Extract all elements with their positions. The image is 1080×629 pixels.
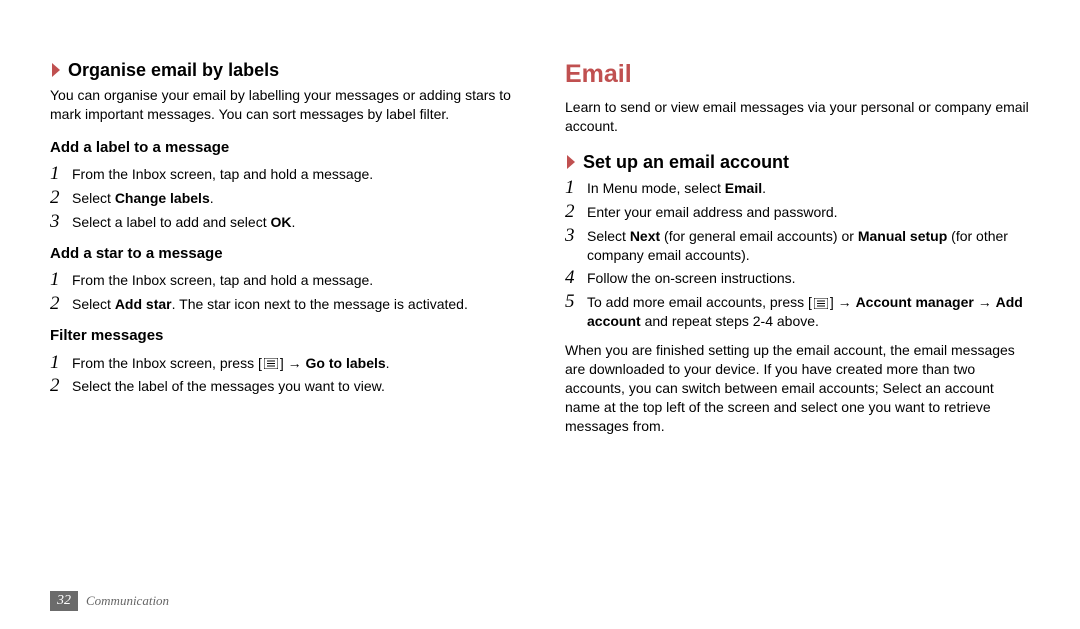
right-column: Email Learn to send or view email messag…: [565, 58, 1030, 450]
email-intro: Learn to send or view email messages via…: [565, 98, 1030, 136]
step-item: 2Select Change labels.: [50, 188, 515, 208]
step-text: Enter your email address and password.: [587, 202, 1030, 222]
step-item: 2Select the label of the messages you wa…: [50, 376, 515, 396]
step-text: Select a label to add and select OK.: [72, 212, 515, 232]
email-outro: When you are finished setting up the ema…: [565, 341, 1030, 435]
step-item: 3Select Next (for general email accounts…: [565, 226, 1030, 265]
step-list: 1From the Inbox screen, tap and hold a m…: [50, 270, 515, 314]
two-column-layout: Organise email by labels You can organis…: [50, 58, 1030, 450]
step-item: 1From the Inbox screen, tap and hold a m…: [50, 270, 515, 290]
step-text: Follow the on-screen instructions.: [587, 268, 1030, 288]
step-number: 4: [565, 268, 587, 288]
step-number: 2: [50, 188, 72, 208]
step-item: 2Select Add star. The star icon next to …: [50, 294, 515, 314]
step-item: 1From the Inbox screen, tap and hold a m…: [50, 164, 515, 184]
step-item: 2Enter your email address and password.: [565, 202, 1030, 222]
step-item: 3Select a label to add and select OK.: [50, 212, 515, 232]
heading-text: Set up an email account: [583, 150, 789, 174]
step-text: Select Add star. The star icon next to t…: [72, 294, 515, 314]
subsection-title: Add a label to a message: [50, 138, 515, 158]
step-item: 1In Menu mode, select Email.: [565, 178, 1030, 198]
setup-steps: 1In Menu mode, select Email.2Enter your …: [565, 178, 1030, 331]
step-number: 3: [50, 212, 72, 232]
heading-text: Organise email by labels: [68, 58, 279, 82]
step-number: 1: [565, 178, 587, 198]
step-number: 3: [565, 226, 587, 246]
step-list: 1From the Inbox screen, press [] → Go to…: [50, 353, 515, 397]
subsection-title: Filter messages: [50, 326, 515, 346]
step-number: 1: [50, 353, 72, 373]
step-item: 4Follow the on-screen instructions.: [565, 268, 1030, 288]
step-number: 1: [50, 270, 72, 290]
step-text: In Menu mode, select Email.: [587, 178, 1030, 198]
step-text: From the Inbox screen, tap and hold a me…: [72, 270, 515, 290]
intro-paragraph: You can organise your email by labelling…: [50, 86, 515, 124]
heading-organise-email: Organise email by labels: [50, 58, 515, 82]
chevron-right-icon: [565, 154, 577, 170]
step-text: To add more email accounts, press [] → A…: [587, 292, 1030, 331]
step-text: Select the label of the messages you wan…: [72, 376, 515, 396]
manual-page: Organise email by labels You can organis…: [0, 0, 1080, 629]
step-text: Select Change labels.: [72, 188, 515, 208]
step-item: 1From the Inbox screen, press [] → Go to…: [50, 353, 515, 373]
step-item: 5To add more email accounts, press [] → …: [565, 292, 1030, 331]
page-number: 32: [50, 591, 78, 611]
section-title-email: Email: [565, 58, 1030, 92]
menu-icon: [814, 298, 828, 309]
step-text: Select Next (for general email accounts)…: [587, 226, 1030, 265]
left-column: Organise email by labels You can organis…: [50, 58, 515, 450]
step-number: 2: [50, 376, 72, 396]
step-text: From the Inbox screen, tap and hold a me…: [72, 164, 515, 184]
heading-setup-account: Set up an email account: [565, 150, 1030, 174]
step-number: 2: [565, 202, 587, 222]
menu-icon: [264, 358, 278, 369]
footer-section: Communication: [86, 593, 169, 609]
chevron-right-icon: [50, 62, 62, 78]
page-footer: 32 Communication: [50, 591, 169, 611]
step-number: 2: [50, 294, 72, 314]
step-number: 1: [50, 164, 72, 184]
step-text: From the Inbox screen, press [] → Go to …: [72, 353, 515, 373]
subsection-title: Add a star to a message: [50, 244, 515, 264]
step-number: 5: [565, 292, 587, 312]
step-list: 1From the Inbox screen, tap and hold a m…: [50, 164, 515, 232]
